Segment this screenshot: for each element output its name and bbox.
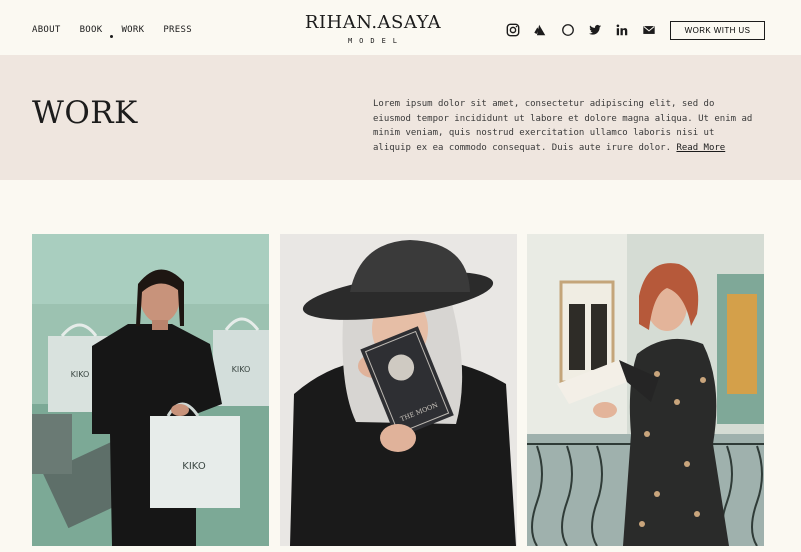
reading-woman-photo <box>527 234 764 546</box>
work-with-us-button[interactable]: WORK WITH US <box>670 21 765 40</box>
logo-subtitle: MODEL <box>347 37 405 45</box>
read-more-link[interactable]: Read More <box>676 143 725 153</box>
social-links <box>505 22 669 38</box>
instagram-icon[interactable] <box>505 22 521 38</box>
bag-label: KIKO <box>182 461 206 472</box>
nav-item-book[interactable]: BOOK <box>80 25 103 35</box>
nav-item-work[interactable]: WORK <box>110 25 144 38</box>
circle-icon[interactable] <box>560 22 576 38</box>
banner-description: Lorem ipsum dolor sit amet, consectetur … <box>373 97 753 155</box>
linkedin-icon[interactable] <box>614 22 630 38</box>
bag-label-right: KIKO <box>232 365 251 374</box>
kiko-shopping-photo: KIKO KIKO KIKO <box>32 234 269 546</box>
gallery-photo-kiko[interactable]: KIKO KIKO KIKO <box>32 234 269 546</box>
site-logo[interactable]: RIHAN.ASAYA MODEL <box>300 12 446 45</box>
gallery-photo-reading[interactable] <box>527 234 764 546</box>
twitter-icon[interactable] <box>587 22 603 38</box>
artstation-icon[interactable] <box>532 22 548 38</box>
site-header: ABOUT BOOK WORK PRESS RIHAN.ASAYA MODEL … <box>0 0 801 55</box>
page-title: WORK <box>32 95 138 131</box>
nav-item-about[interactable]: ABOUT <box>32 25 61 35</box>
main-nav: ABOUT BOOK WORK PRESS <box>32 25 211 38</box>
gallery-photo-witch[interactable]: THE MOON <box>280 234 517 546</box>
logo-name: RIHAN.ASAYA <box>304 12 442 33</box>
work-banner: WORK Lorem ipsum dolor sit amet, consect… <box>0 55 801 180</box>
nav-item-press[interactable]: PRESS <box>163 25 192 35</box>
bag-label-left: KIKO <box>71 370 90 379</box>
mail-icon[interactable] <box>641 22 657 38</box>
witch-book-photo: THE MOON <box>280 234 517 546</box>
